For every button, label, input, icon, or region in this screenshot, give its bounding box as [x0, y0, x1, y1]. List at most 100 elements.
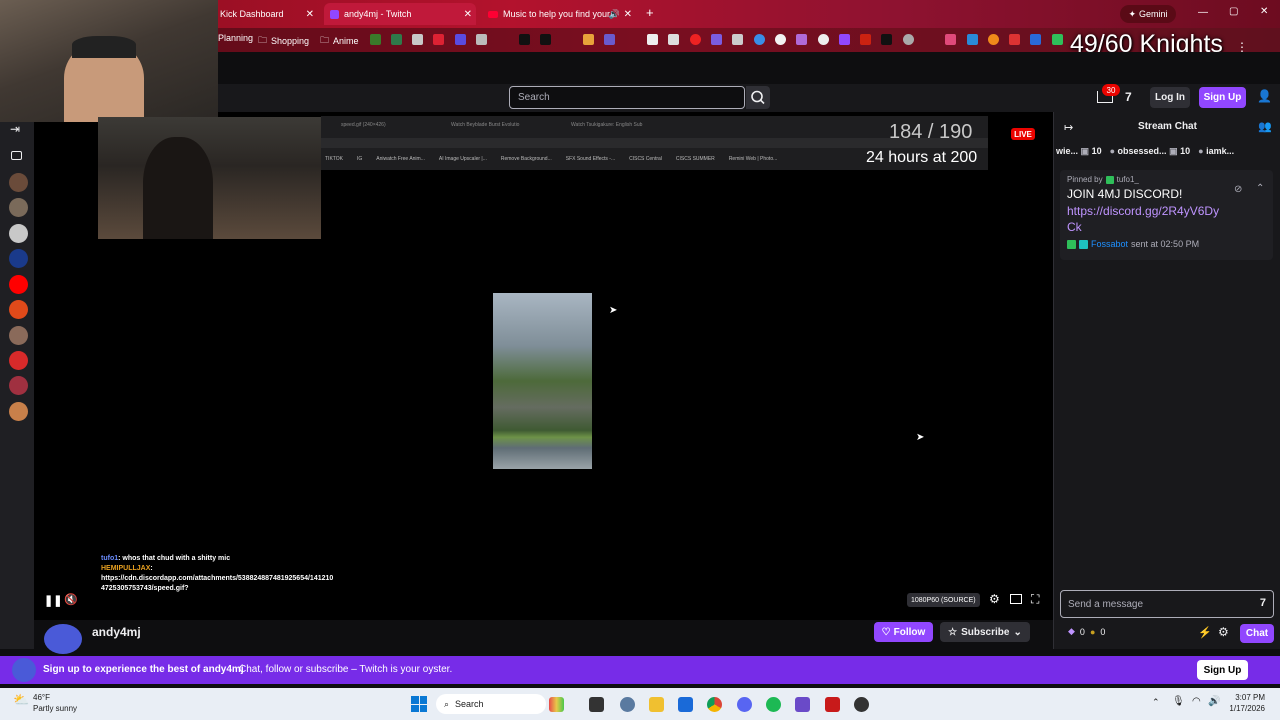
chevron-up-icon[interactable]: ⌃ [1256, 183, 1264, 194]
channel-avatar[interactable] [9, 326, 28, 345]
store-icon[interactable] [678, 697, 693, 712]
bookmark-favicon-icon[interactable] [732, 34, 743, 45]
settings-app-icon[interactable] [620, 697, 635, 712]
channel-avatar[interactable] [9, 275, 28, 294]
taskbar-date[interactable]: 1/17/2026 [1226, 704, 1265, 713]
emote-picker-icon[interactable]: 7 [1260, 597, 1266, 609]
taskbar-widget-icon[interactable] [549, 697, 564, 712]
bookmark-favicon-icon[interactable] [647, 34, 658, 45]
channel-avatar[interactable] [9, 300, 28, 319]
channel-avatar[interactable] [9, 351, 28, 370]
obs-icon[interactable] [854, 697, 869, 712]
bookmark-favicon-icon[interactable] [455, 34, 466, 45]
bookmark-favicon-icon[interactable] [604, 34, 615, 45]
mute-icon[interactable]: 🔇 [64, 593, 78, 606]
bookmark-favicon-icon[interactable] [1030, 34, 1041, 45]
channel-avatar[interactable] [44, 624, 82, 654]
signup-button[interactable]: Sign Up [1199, 87, 1246, 108]
7tv-settings-icon[interactable]: ⚡ [1198, 626, 1212, 639]
theatre-mode-icon[interactable] [1010, 594, 1022, 604]
bookmark-favicon-icon[interactable] [370, 34, 381, 45]
bookmark-favicon-icon[interactable] [945, 34, 956, 45]
windows-start-icon[interactable] [411, 696, 427, 712]
volume-icon[interactable]: 🔊 [1208, 696, 1220, 707]
tab-twitch-active[interactable]: andy4mj - Twitch ✕ [324, 3, 476, 25]
pinned-discord-link[interactable]: https://discord.gg/2R4yV6DyCk [1067, 203, 1227, 235]
pinned-sender[interactable]: Fossabot [1091, 239, 1128, 249]
new-tab-button[interactable]: + [646, 5, 654, 20]
chat-settings-gear-icon[interactable]: ⚙ [1218, 625, 1229, 639]
channel-avatar[interactable] [9, 224, 28, 243]
channel-avatar[interactable] [9, 249, 28, 268]
hide-eye-icon[interactable]: ⊘ [1234, 184, 1242, 195]
task-view-icon[interactable] [589, 697, 604, 712]
fullscreen-icon[interactable]: ⛶ [1031, 592, 1039, 607]
close-icon[interactable]: ✕ [464, 9, 472, 20]
chrome-icon[interactable] [707, 697, 722, 712]
bookmark-favicon-icon[interactable] [754, 34, 765, 45]
taskbar-search[interactable]: ⌕ Search [436, 694, 546, 714]
bookmark-favicon-icon[interactable] [583, 34, 594, 45]
discord-icon[interactable] [737, 697, 752, 712]
bookmark-favicon-icon[interactable] [540, 34, 551, 45]
bookmark-favicon-icon[interactable] [967, 34, 978, 45]
login-button[interactable]: Log In [1150, 87, 1190, 108]
bookmark-planning[interactable]: Planning [218, 33, 253, 43]
tray-chevron-up-icon[interactable]: ⌃ [1152, 697, 1160, 708]
search-input[interactable]: Search [509, 86, 745, 109]
x-icon[interactable] [881, 34, 892, 45]
chat-message-input[interactable]: Send a message 7 [1060, 590, 1274, 618]
subscribe-button[interactable]: ☆ Subscribe ⌄ [940, 622, 1030, 642]
follow-button[interactable]: ♡ Follow [874, 622, 933, 642]
tab-kick-dashboard[interactable]: Kick Dashboard ✕ [214, 3, 318, 25]
gemini-button[interactable]: ✦ Gemini [1120, 5, 1176, 23]
bookmark-favicon-icon[interactable] [668, 34, 679, 45]
bookmark-favicon-icon[interactable] [818, 34, 829, 45]
close-icon[interactable]: ✕ [624, 9, 632, 20]
channel-avatar[interactable] [9, 198, 28, 217]
close-window-icon[interactable]: ✕ [1260, 6, 1268, 17]
search-button[interactable] [746, 86, 770, 109]
microphone-icon[interactable]: 🎙 [1172, 696, 1185, 707]
bookmark-favicon-icon[interactable] [476, 34, 487, 45]
bookmark-favicon-icon[interactable] [711, 34, 722, 45]
bookmark-favicon-icon[interactable] [775, 34, 786, 45]
bookmark-favicon-icon[interactable] [690, 34, 701, 45]
bookmark-favicon-icon[interactable] [391, 34, 402, 45]
banner-signup-button[interactable]: Sign Up [1197, 660, 1248, 680]
wifi-icon[interactable]: ◠ [1192, 696, 1201, 707]
settings-gear-icon[interactable]: ⚙ [989, 592, 1000, 606]
app-icon[interactable] [825, 697, 840, 712]
top-chatter[interactable]: ● obsessed... ▣ 10 [1110, 146, 1191, 157]
top-chatter[interactable]: wie... ▣ 10 [1056, 146, 1102, 157]
maximize-icon[interactable]: ▢ [1229, 6, 1238, 17]
bookmark-favicon-icon[interactable] [839, 34, 850, 45]
chat-send-button[interactable]: Chat [1240, 624, 1274, 643]
bookmark-favicon-icon[interactable] [860, 34, 871, 45]
file-explorer-icon[interactable] [649, 697, 664, 712]
x-icon[interactable] [519, 34, 530, 45]
bookmark-favicon-icon[interactable] [796, 34, 807, 45]
speaker-icon[interactable]: 🔊 [609, 9, 620, 20]
bookmark-favicon-icon[interactable] [1009, 34, 1020, 45]
chat-users-icon[interactable]: 👥 [1258, 120, 1272, 133]
app-icon[interactable] [795, 697, 810, 712]
bookmark-favicon-icon[interactable] [1052, 34, 1063, 45]
top-chatter[interactable]: ● iamk... [1198, 146, 1234, 156]
channel-points[interactable]: ◆ 0 ● 0 [1068, 626, 1105, 637]
channel-avatar[interactable] [9, 376, 28, 395]
minimize-icon[interactable]: — [1198, 7, 1208, 18]
channel-avatar[interactable] [9, 173, 28, 192]
bookmark-shopping[interactable]: 🗀 Shopping [258, 33, 309, 49]
expand-rail-icon[interactable]: ⇥ [10, 122, 20, 136]
bookmark-anime[interactable]: 🗀 Anime [320, 33, 359, 49]
channel-avatar[interactable] [9, 402, 28, 421]
bookmark-favicon-icon[interactable] [412, 34, 423, 45]
user-menu-icon[interactable]: 👤 [1257, 89, 1272, 103]
taskbar-time[interactable]: 3:07 PM [1233, 693, 1265, 702]
bookmark-favicon-icon[interactable] [433, 34, 444, 45]
7tv-icon[interactable]: 7 [1125, 90, 1132, 104]
tab-music[interactable]: Music to help you find your 🔊 ✕ [482, 3, 636, 25]
bookmark-favicon-icon[interactable] [988, 34, 999, 45]
close-icon[interactable]: ✕ [306, 9, 314, 20]
